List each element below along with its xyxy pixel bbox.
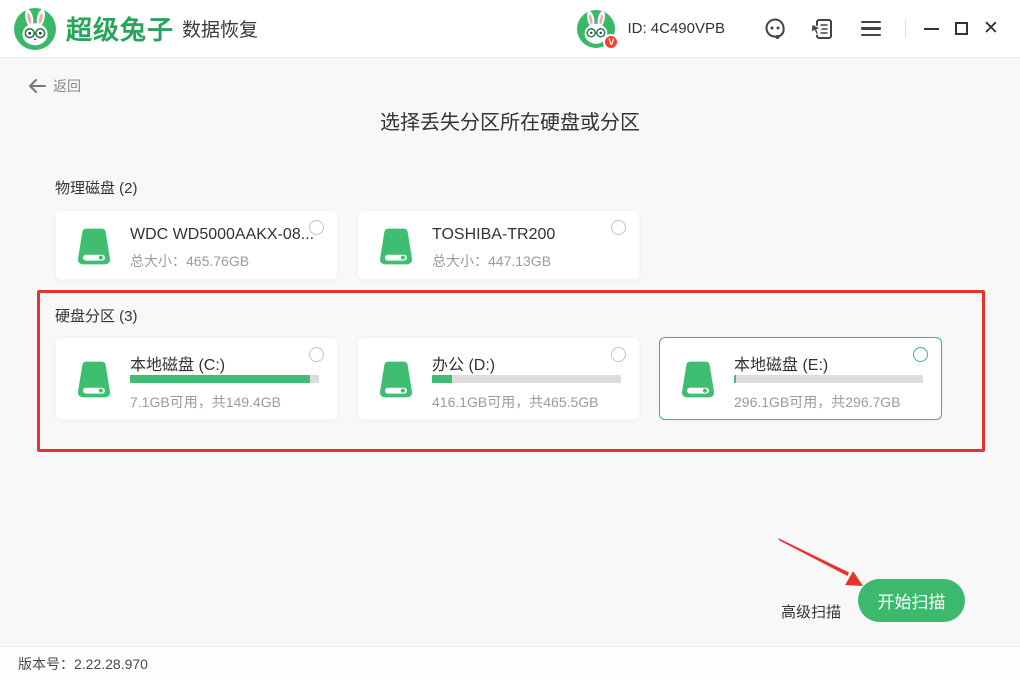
vip-badge: V <box>603 33 620 50</box>
rabbit-logo-icon <box>14 7 56 50</box>
footer-bar: 版本号：2.22.28.970 <box>0 646 1020 680</box>
hard-drive-icon <box>380 361 412 398</box>
disk-radio[interactable] <box>309 220 324 235</box>
start-scan-button[interactable]: 开始扫描 <box>858 579 965 622</box>
partition-name: 本地磁盘 (E:) <box>734 357 829 374</box>
back-label: 返回 <box>53 78 81 94</box>
partition-radio[interactable] <box>309 347 324 362</box>
title-bar-right: V ID: 4C490VPB ✕ <box>577 9 1006 50</box>
product-name: 数据恢复 <box>182 20 259 41</box>
arrow-left-icon <box>29 79 46 93</box>
disk-radio[interactable] <box>611 220 626 235</box>
partitions-label: 硬盘分区 (3) <box>55 308 138 325</box>
disk-card-wdc[interactable]: WDC WD5000AAKX-08... 总大小：465.76GB <box>55 210 338 280</box>
usage-bar <box>130 375 319 383</box>
brand-name: 超级兔子 <box>66 15 175 45</box>
physical-disks-label: 物理磁盘 (2) <box>55 180 138 197</box>
hard-drive-icon <box>78 361 110 398</box>
usage-fill <box>130 375 310 383</box>
avatar[interactable]: V <box>577 9 620 50</box>
usage-fill <box>734 375 737 383</box>
partition-space: 7.1GB可用，共149.4GB <box>130 394 281 410</box>
disk-size: 总大小：465.76GB <box>130 253 250 269</box>
partitions-row: 本地磁盘 (C:) 7.1GB可用，共149.4GB 办公 (D:) 416.1… <box>55 337 942 420</box>
hard-drive-icon <box>682 361 714 398</box>
usage-bar <box>432 375 621 383</box>
hamburger-menu-icon[interactable] <box>858 16 884 42</box>
close-button[interactable]: ✕ <box>976 14 1006 44</box>
brand-group: 超级兔子 数据恢复 <box>14 7 259 50</box>
feedback-survey-icon[interactable] <box>810 16 836 42</box>
title-bar: 超级兔子 数据恢复 V ID: 4C490VPB ✕ <box>0 0 1020 58</box>
partition-space: 416.1GB可用，共465.5GB <box>432 394 599 410</box>
version-label: 版本号：2.22.28.970 <box>18 655 148 672</box>
partition-card-d[interactable]: 办公 (D:) 416.1GB可用，共465.5GB <box>357 337 640 420</box>
partition-card-c[interactable]: 本地磁盘 (C:) 7.1GB可用，共149.4GB <box>55 337 338 420</box>
support-headset-icon[interactable] <box>762 16 788 42</box>
disk-name: TOSHIBA-TR200 <box>432 226 556 243</box>
minimize-button[interactable] <box>916 14 946 44</box>
partition-name: 本地磁盘 (C:) <box>130 357 226 374</box>
disk-name: WDC WD5000AAKX-08... <box>130 226 315 243</box>
usage-bar <box>734 375 923 383</box>
back-button[interactable]: 返回 <box>28 76 81 96</box>
page-title: 选择丢失分区所在硬盘或分区 <box>380 112 640 134</box>
advanced-scan-link[interactable]: 高级扫描 <box>781 601 841 622</box>
maximize-button[interactable] <box>946 14 976 44</box>
partition-radio[interactable] <box>611 347 626 362</box>
user-id-label: ID: 4C490VPB <box>627 20 725 37</box>
disk-card-toshiba[interactable]: TOSHIBA-TR200 总大小：447.13GB <box>357 210 640 280</box>
app-window: 超级兔子 数据恢复 V ID: 4C490VPB ✕ 返回 选择丢失分区所在硬盘… <box>0 0 1020 680</box>
titlebar-divider <box>905 19 906 38</box>
partition-card-e[interactable]: 本地磁盘 (E:) 296.1GB可用，共296.7GB <box>659 337 942 420</box>
partition-name: 办公 (D:) <box>432 357 496 374</box>
disk-size: 总大小：447.13GB <box>432 253 552 269</box>
partition-radio[interactable] <box>913 347 928 362</box>
annotation-arrow <box>778 538 863 586</box>
hard-drive-icon <box>78 228 110 265</box>
usage-fill <box>432 375 453 383</box>
physical-disks-row: WDC WD5000AAKX-08... 总大小：465.76GB TOSHIB… <box>55 210 640 280</box>
hard-drive-icon <box>380 228 412 265</box>
partition-space: 296.1GB可用，共296.7GB <box>734 394 901 410</box>
